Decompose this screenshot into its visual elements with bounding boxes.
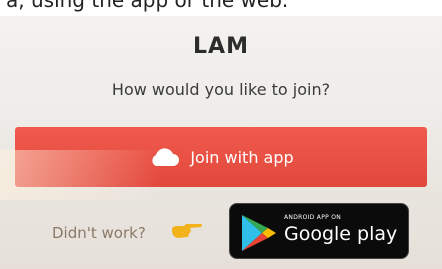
screen: a, using the app or the web. LAM How wou… bbox=[0, 0, 442, 269]
google-play-label: Google play bbox=[284, 223, 398, 245]
cloud-icon bbox=[152, 148, 180, 166]
google-play-badge[interactable]: ANDROID APP ON Google play bbox=[229, 203, 409, 259]
cropped-caption: a, using the app or the web. bbox=[0, 0, 442, 16]
join-prompt: How would you like to join? bbox=[111, 80, 331, 99]
meeting-title: LAM bbox=[193, 34, 249, 59]
android-app-on-label: ANDROID APP ON bbox=[284, 214, 342, 221]
join-with-app-button[interactable]: Join with app bbox=[15, 127, 427, 187]
pointing-hand-icon bbox=[172, 224, 202, 238]
didnt-work-text: Didn't work? bbox=[52, 224, 146, 242]
google-play-logo-icon bbox=[242, 215, 276, 251]
cropped-caption-text: a, using the app or the web. bbox=[6, 0, 289, 12]
join-with-app-label: Join with app bbox=[190, 147, 294, 167]
